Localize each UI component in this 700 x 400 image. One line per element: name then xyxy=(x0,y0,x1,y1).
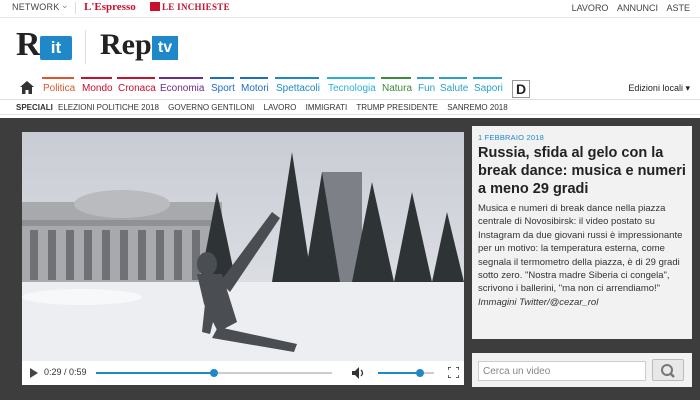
divider xyxy=(85,30,86,64)
logo-bar: R it Rep tv xyxy=(0,18,700,76)
article-title[interactable]: Russia, sfida al gelo con la break dance… xyxy=(478,144,688,198)
top-links: LAVORO ANNUNCI ASTE xyxy=(566,3,690,13)
d-magazine-link[interactable]: D xyxy=(512,80,530,98)
search-icon xyxy=(661,364,675,378)
nav-item-mondo[interactable]: Mondo xyxy=(81,77,113,94)
nav-item-motori[interactable]: Motori xyxy=(240,77,269,94)
nav-item-salute[interactable]: Salute xyxy=(438,77,468,94)
network-bar: NETWORK ⌄ L'Espresso LE INCHIESTE LAVORO… xyxy=(0,0,700,18)
volume-handle[interactable] xyxy=(416,369,424,377)
special-immigrati[interactable]: IMMIGRATI xyxy=(306,103,348,112)
chevron-down-icon[interactable]: ⌄ xyxy=(61,0,69,11)
nav-item-sapori[interactable]: Sapori xyxy=(473,77,503,94)
espresso-link[interactable]: L'Espresso xyxy=(84,1,136,13)
video-info-panel: 1 FEBBRAIO 2018 Russia, sfida al gelo co… xyxy=(472,126,692,339)
special-elezioni[interactable]: ELEZIONI POLITICHE 2018 xyxy=(58,103,159,112)
progress-bar[interactable] xyxy=(96,369,332,377)
video-stage: 0:29 / 0:59 1 FEBBRAIO 2018 Russia, sfid… xyxy=(0,118,700,400)
nav-item-spettacoli[interactable]: Spettacoli xyxy=(275,77,320,94)
volume-icon[interactable] xyxy=(351,366,365,380)
nav-item-fun[interactable]: Fun xyxy=(416,77,435,94)
article-credit: Immagini Twitter/@cezar_rol xyxy=(478,296,599,308)
home-icon[interactable] xyxy=(20,81,34,94)
special-lavoro[interactable]: LAVORO xyxy=(264,103,297,112)
video-frame xyxy=(22,132,464,379)
specials-bar: SPECIALI ELEZIONI POLITICHE 2018 GOVERNO… xyxy=(0,101,700,115)
divider xyxy=(75,2,76,14)
specials-list: ELEZIONI POLITICHE 2018 GOVERNO GENTILON… xyxy=(58,103,515,112)
nav-item-natura[interactable]: Natura xyxy=(380,77,412,94)
play-icon[interactable] xyxy=(30,368,38,378)
edizioni-label: Edizioni locali xyxy=(628,83,683,93)
logo-rep: Rep xyxy=(100,28,152,61)
specials-label: SPECIALI xyxy=(16,103,53,112)
nav-item-sport[interactable]: Sport xyxy=(210,77,235,94)
video-search xyxy=(472,353,692,387)
inchieste-label: LE INCHIESTE xyxy=(162,2,230,12)
top-link-annunci[interactable]: ANNUNCI xyxy=(617,3,658,13)
progress-fill xyxy=(96,372,214,374)
logo-it: it xyxy=(40,36,72,60)
logo-tv: tv xyxy=(152,36,178,60)
inchieste-link[interactable]: LE INCHIESTE xyxy=(150,2,230,12)
article-date: 1 FEBBRAIO 2018 xyxy=(478,133,544,142)
video-time: 0:29 / 0:59 xyxy=(44,367,87,377)
fullscreen-icon[interactable] xyxy=(448,367,459,378)
special-trump[interactable]: TRUMP PRESIDENTE xyxy=(356,103,438,112)
special-sanremo[interactable]: SANREMO 2018 xyxy=(447,103,507,112)
volume-fill xyxy=(378,372,420,374)
special-governo[interactable]: GOVERNO GENTILONI xyxy=(168,103,254,112)
caret-down-icon: ▾ xyxy=(685,83,690,93)
article-description: Musica e numeri di break dance nella pia… xyxy=(478,202,690,309)
search-input[interactable] xyxy=(478,361,646,381)
inchieste-logo-icon xyxy=(150,2,160,11)
video-player[interactable] xyxy=(22,132,464,379)
nav-item-cronaca[interactable]: Cronaca xyxy=(117,77,156,94)
volume-slider[interactable] xyxy=(378,369,434,377)
article-body: Musica e numeri di break dance nella pia… xyxy=(478,203,683,295)
video-controls: 0:29 / 0:59 xyxy=(22,361,464,385)
top-link-aste[interactable]: ASTE xyxy=(666,3,690,13)
top-link-lavoro[interactable]: LAVORO xyxy=(572,3,609,13)
edizioni-locali-menu[interactable]: Edizioni locali ▾ xyxy=(628,83,690,94)
nav-item-politica[interactable]: Politica xyxy=(41,77,75,94)
nav-item-economia[interactable]: Economia xyxy=(158,77,204,94)
search-button[interactable] xyxy=(652,359,684,381)
main-nav: Politica Mondo Cronaca Economia Sport Mo… xyxy=(0,77,700,100)
repubblica-logo[interactable]: R it xyxy=(16,26,74,66)
logo-r: R xyxy=(16,26,41,63)
progress-handle[interactable] xyxy=(210,369,218,377)
nav-item-tecnologia[interactable]: Tecnologia xyxy=(327,77,376,94)
network-menu[interactable]: NETWORK xyxy=(12,2,59,12)
